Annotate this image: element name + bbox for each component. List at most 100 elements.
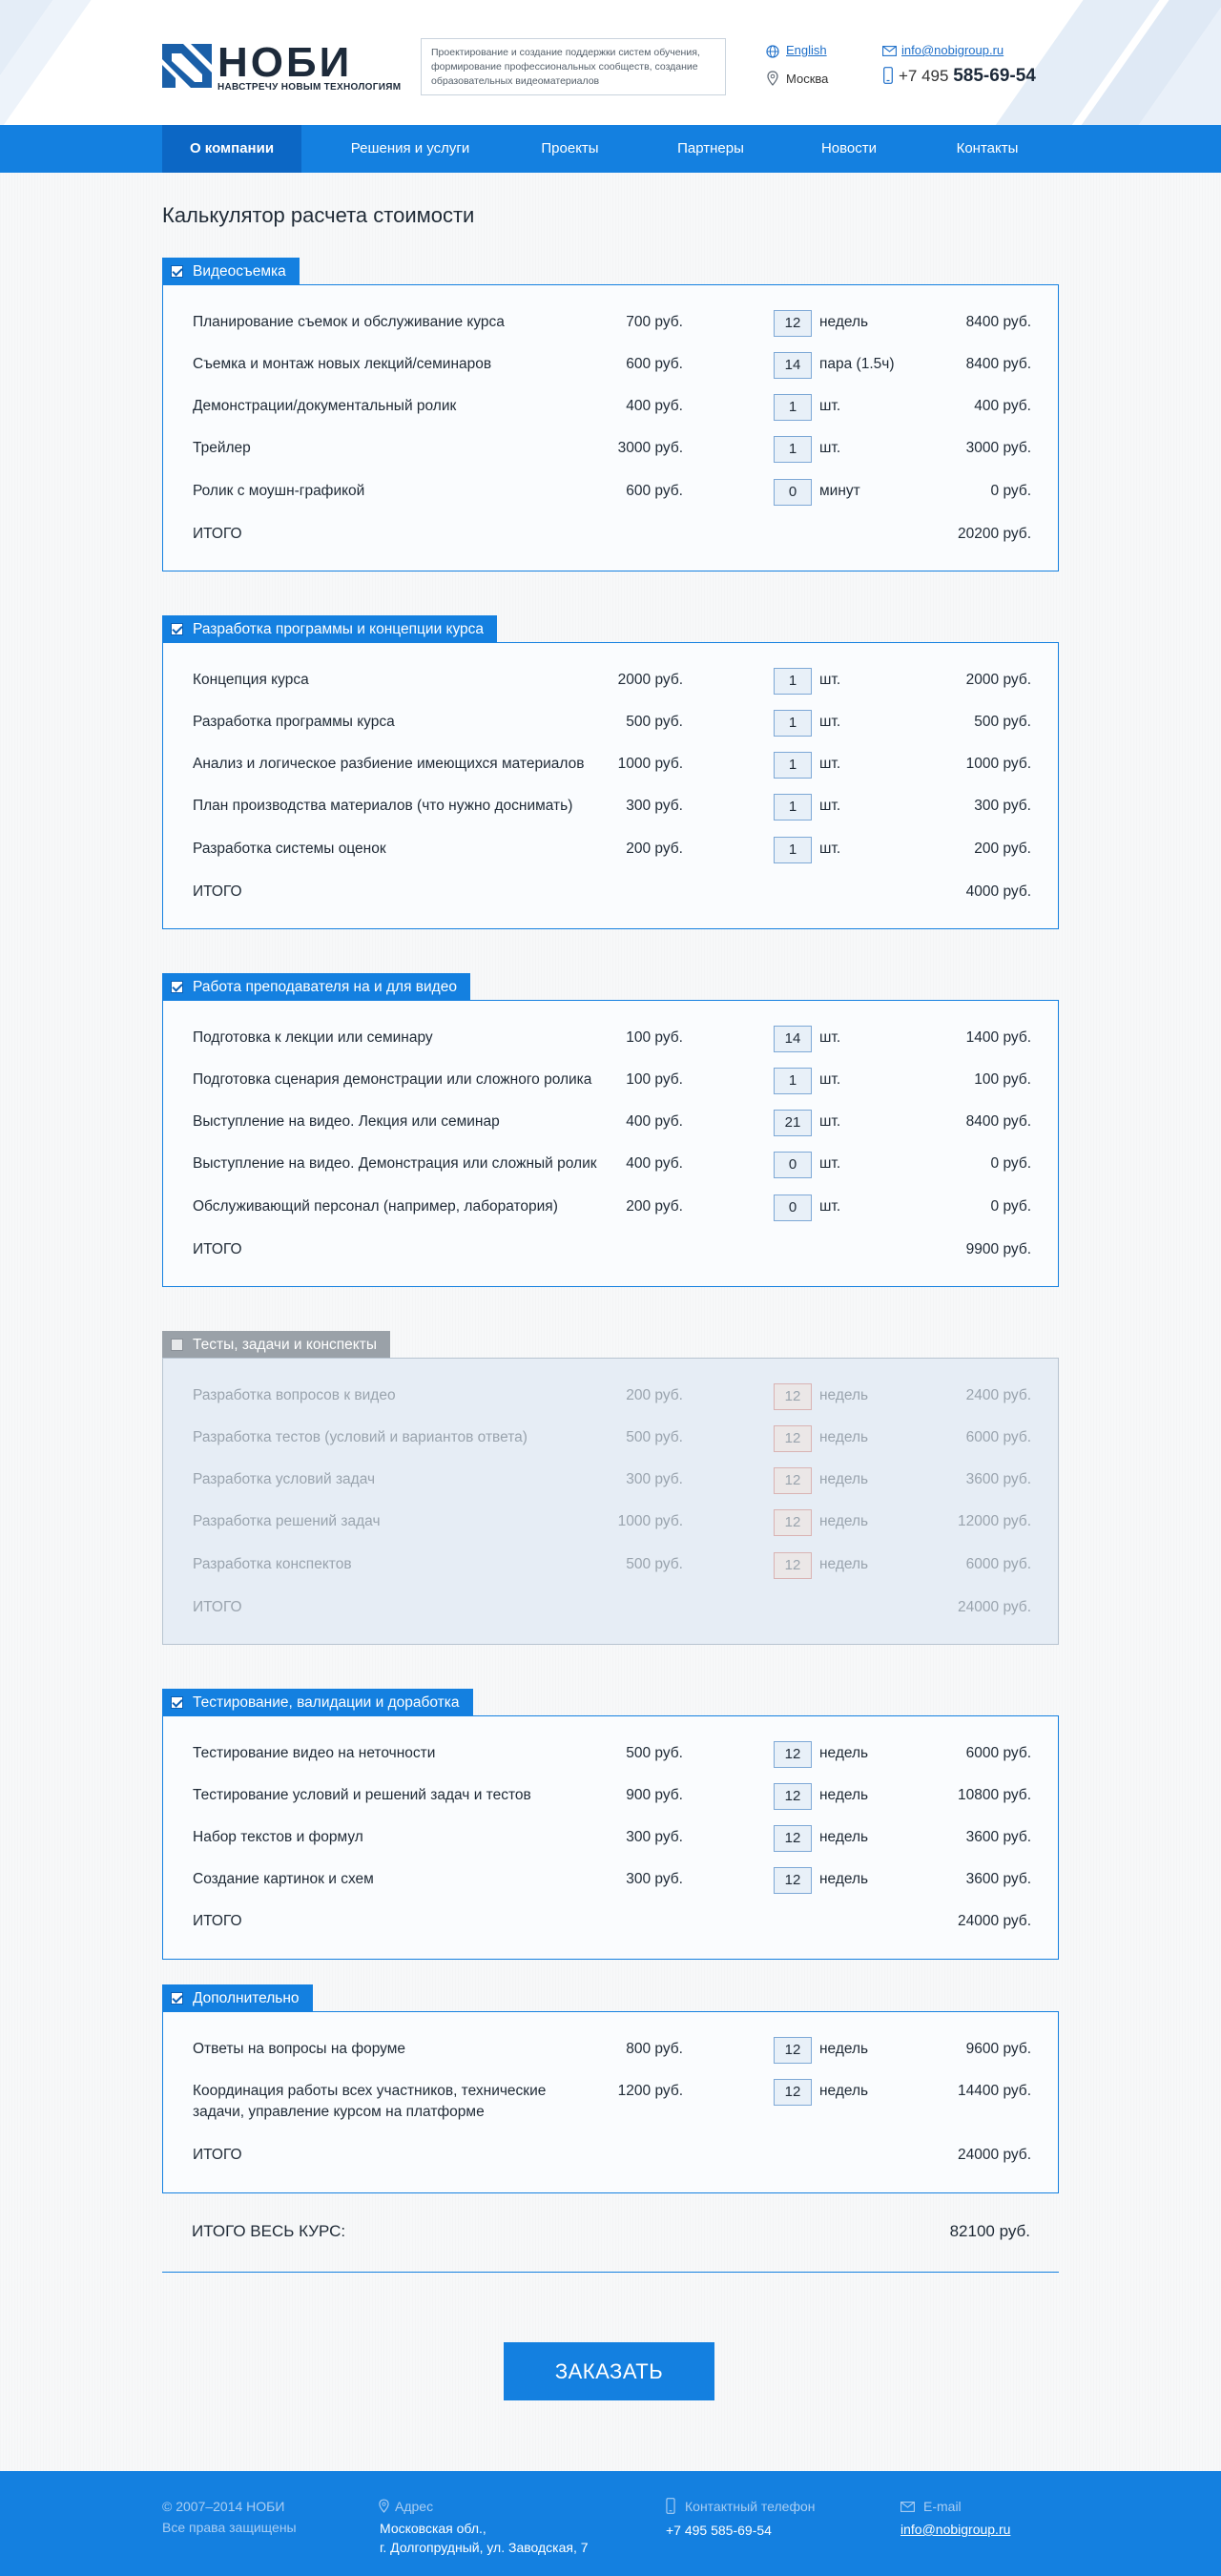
section-toggle-program[interactable]: Разработка программы и концепции курса (162, 615, 498, 643)
item-unit: недель (819, 2083, 869, 2099)
total-label: ИТОГО (193, 1913, 242, 1929)
section-total: 24000 руб. (958, 1599, 1031, 1615)
quantity-input[interactable]: 12 (774, 1825, 812, 1852)
item-total: 3600 руб. (965, 1871, 1031, 1887)
quantity-input[interactable]: 12 (774, 1552, 812, 1579)
calc-row: Координация работы всех участников, техн… (163, 2077, 1058, 2120)
item-name: Разработка системы оценок (193, 841, 386, 857)
item-total: 0 руб. (990, 483, 1031, 499)
mobile-phone-icon (666, 2498, 675, 2514)
section-title: Разработка программы и концепции курса (193, 621, 485, 637)
nav-item-projects[interactable]: Проекты (520, 125, 620, 173)
quantity-input[interactable]: 12 (774, 1509, 812, 1536)
quantity-input[interactable]: 12 (774, 1783, 812, 1810)
section-total-row: ИТОГО 24000 руб. (163, 2141, 1058, 2170)
quantity-input[interactable]: 12 (774, 310, 812, 337)
footer-phone-label: Контактный телефон (685, 2499, 816, 2514)
footer-email-label: E-mail (923, 2499, 962, 2514)
item-name: Ролик с моушн-графикой (193, 483, 365, 499)
item-unit: шт. (819, 398, 841, 414)
quantity-input[interactable]: 12 (774, 2037, 812, 2064)
item-unit: недель (819, 1829, 869, 1845)
language-link[interactable]: English (786, 43, 827, 57)
quantity-input[interactable]: 1 (774, 668, 812, 695)
item-total: 12000 руб. (958, 1513, 1031, 1529)
calc-row: Концепция курса 2000 руб. 1 шт. 2000 руб. (163, 666, 1058, 695)
section-toggle-video[interactable]: Видеосъемка (162, 258, 300, 285)
nav-item-solutions[interactable]: Решения и услуги (324, 125, 496, 173)
quantity-input[interactable]: 1 (774, 436, 812, 463)
quantity-input[interactable]: 1 (774, 394, 812, 421)
section-checkbox[interactable] (171, 1696, 183, 1709)
globe-icon (766, 45, 779, 58)
section-checkbox[interactable] (171, 1339, 183, 1351)
header-email-link[interactable]: info@nobigroup.ru (901, 43, 1004, 57)
section-toggle-tests[interactable]: Тесты, задачи и конспекты (162, 1331, 390, 1359)
item-price: 400 руб. (626, 1113, 683, 1130)
section-checkbox[interactable] (171, 981, 183, 993)
section-total-row: ИТОГО 20200 руб. (163, 520, 1058, 549)
nav-item-partners[interactable]: Партнеры (658, 125, 763, 173)
site-header: НОБИ НАВСТРЕЧУ НОВЫМ ТЕХНОЛОГИЯМ Проекти… (0, 0, 1221, 125)
quantity-input[interactable]: 12 (774, 1867, 812, 1894)
order-button[interactable]: ЗАКАЗАТЬ (504, 2342, 714, 2400)
quantity-input[interactable]: 21 (774, 1110, 812, 1136)
item-total: 6000 руб. (965, 1745, 1031, 1761)
item-price: 400 руб. (626, 1155, 683, 1172)
header-phone[interactable]: +7 495 585-69-54 (899, 66, 1036, 87)
item-total: 2000 руб. (965, 672, 1031, 688)
item-unit: шт. (819, 714, 841, 730)
calc-row: Планирование съемок и обслуживание курса… (163, 308, 1058, 337)
section-toggle-teacher[interactable]: Работа преподавателя на и для видео (162, 973, 470, 1001)
quantity-input[interactable]: 0 (774, 1195, 812, 1221)
item-total: 8400 руб. (965, 1113, 1031, 1130)
section-total: 24000 руб. (958, 2147, 1031, 2163)
section-checkbox[interactable] (171, 1992, 183, 2005)
nav-item-about[interactable]: О компании (162, 125, 301, 173)
section-toggle-extra[interactable]: Дополнительно (162, 1984, 313, 2012)
footer-email-link[interactable]: info@nobigroup.ru (900, 2522, 1010, 2537)
calc-row: Анализ и логическое разбиение имеющихся … (163, 750, 1058, 779)
nav-item-news[interactable]: Новости (801, 125, 897, 173)
total-label: ИТОГО (193, 883, 242, 900)
calc-row: Съемка и монтаж новых лекций/семинаров 60… (163, 350, 1058, 379)
calc-row: Разработка системы оценок 200 руб. 1 шт. 200… (163, 835, 1058, 863)
item-name: Планирование съемок и обслуживание курса (193, 314, 505, 330)
quantity-input[interactable]: 12 (774, 1425, 812, 1452)
item-total: 0 руб. (990, 1155, 1031, 1172)
footer-address-line1: Московская обл., (380, 2521, 486, 2536)
item-total: 1000 руб. (965, 756, 1031, 772)
quantity-input[interactable]: 1 (774, 794, 812, 821)
logo-mark-icon (162, 44, 212, 88)
section-toggle-testing[interactable]: Тестирование, валидации и доработка (162, 1689, 473, 1716)
quantity-input[interactable]: 1 (774, 752, 812, 779)
quantity-input[interactable]: 0 (774, 479, 812, 506)
quantity-input[interactable]: 14 (774, 1026, 812, 1052)
quantity-input[interactable]: 1 (774, 710, 812, 737)
logo[interactable]: НОБИ НАВСТРЕЧУ НОВЫМ ТЕХНОЛОГИЯМ (162, 39, 401, 93)
quantity-input[interactable]: 1 (774, 837, 812, 863)
footer-phone[interactable]: +7 495 585-69-54 (666, 2523, 772, 2538)
item-name-line1: Координация работы всех участников, техн… (193, 2083, 547, 2099)
item-name: Координация работы всех участников, техн… (193, 2081, 546, 2123)
quantity-input[interactable]: 12 (774, 2079, 812, 2106)
quantity-input[interactable]: 12 (774, 1383, 812, 1410)
item-price: 300 руб. (626, 1871, 683, 1887)
item-total: 2400 руб. (965, 1387, 1031, 1403)
quantity-input[interactable]: 14 (774, 352, 812, 379)
section-total: 24000 руб. (958, 1913, 1031, 1929)
section-checkbox[interactable] (171, 623, 183, 635)
quantity-input[interactable]: 1 (774, 1068, 812, 1094)
calc-row: Трейлер 3000 руб. 1 шт. 3000 руб. (163, 434, 1058, 463)
item-price: 200 руб. (626, 1198, 683, 1215)
quantity-input[interactable]: 12 (774, 1741, 812, 1768)
section-checkbox[interactable] (171, 265, 183, 278)
quantity-input[interactable]: 0 (774, 1152, 812, 1178)
quantity-input[interactable]: 12 (774, 1467, 812, 1494)
city-label: Москва (786, 72, 829, 86)
total-label: ИТОГО (193, 2147, 242, 2163)
calc-row: Тестирование условий и решений задач и т… (163, 1781, 1058, 1810)
phone-prefix: +7 495 (899, 67, 949, 85)
site-footer: © 2007–2014 НОБИ Все права защищены Адре… (0, 2471, 1221, 2576)
nav-item-contacts[interactable]: Контакты (940, 125, 1035, 173)
